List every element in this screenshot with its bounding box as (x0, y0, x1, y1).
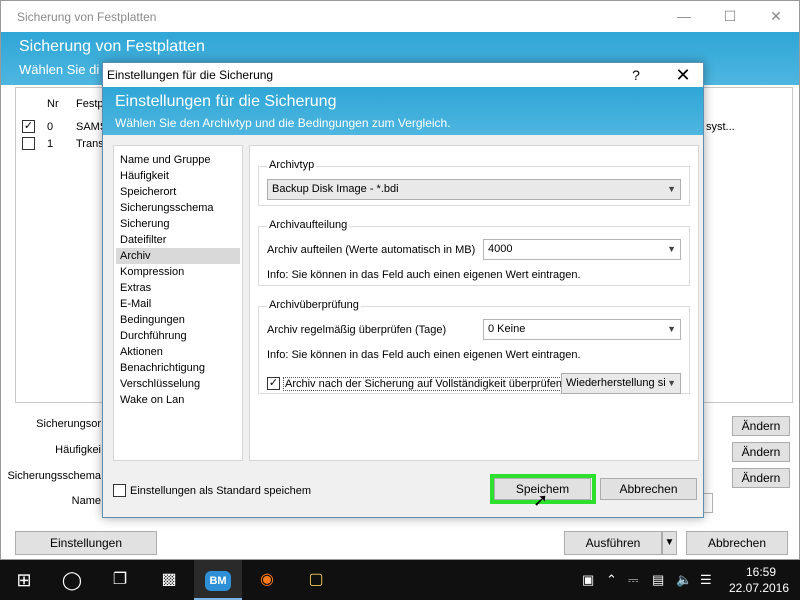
main-titlebar: Sicherung von Festplatten — ☐ ✕ (1, 1, 799, 32)
dialog-titlebar: Einstellungen für die Sicherung ? ✕ (103, 63, 703, 87)
label-haeufigkeit: Häufigkei (55, 444, 101, 456)
nav-item-extras[interactable]: Extras (116, 280, 240, 296)
nav-item-bedingungen[interactable]: Bedingungen (116, 312, 240, 328)
main-header-title: Sicherung von Festplatten (19, 38, 205, 55)
aendern-haeufigkeit-button[interactable]: Ändern (732, 442, 790, 462)
volume-icon[interactable]: 🔈 (676, 572, 692, 588)
dialog-header-title: Einstellungen für die Sicherung (115, 93, 337, 110)
archivpruefung-info: Info: Sie können in das Feld auch einen … (267, 349, 581, 361)
taskbar: ⊞ ◯ ❐ ▩ BM ◉ ▢ ▣ ⌃ ⎓ ▤ 🔈 ☰ 16:59 22.07.2… (0, 560, 800, 600)
nav-item-name-und-gruppe[interactable]: Name und Gruppe (116, 152, 240, 168)
task-view-icon[interactable]: ❐ (96, 560, 144, 600)
nav-item-archiv[interactable]: Archiv (116, 248, 240, 264)
nav-item-email[interactable]: E-Mail (116, 296, 240, 312)
minimize-icon[interactable]: — (661, 1, 707, 32)
column-header-festplatte[interactable]: Festp (76, 98, 104, 110)
nav-item-sicherung[interactable]: Sicherung (116, 216, 240, 232)
archiv-aufteilen-combo[interactable]: 4000 ▼ (483, 239, 681, 260)
standard-label: Einstellungen als Standard speichem (130, 485, 312, 497)
clock-time[interactable]: 16:59 (738, 565, 784, 579)
row-extra: syst... (706, 121, 735, 133)
archiv-aufteilen-value: 4000 (488, 243, 513, 255)
archivtyp-select[interactable]: Backup Disk Image - *.bdi ▼ (267, 179, 681, 200)
wiederherstellung-value: Wiederherstellung si (566, 377, 666, 389)
aendern-sicherungsschema-button[interactable]: Ändern (732, 468, 790, 488)
nav-item-kompression[interactable]: Kompression (116, 264, 240, 280)
archiv-aufteilen-label: Archiv aufteilen (Werte automatisch in M… (267, 244, 476, 256)
nav-item-aktionen[interactable]: Aktionen (116, 344, 240, 360)
nav-item-sicherungsschema[interactable]: Sicherungsschema (116, 200, 240, 216)
aendern-sicherungsort-button[interactable]: Ändern (732, 416, 790, 436)
chevron-down-icon: ▼ (667, 244, 676, 254)
settings-dialog: Einstellungen für die Sicherung ? ✕ Eins… (102, 62, 704, 518)
archiv-pruefen-label: Archiv regelmäßig überprüfen (Tage) (267, 324, 447, 336)
chevron-down-icon: ▼ (667, 184, 676, 194)
archiv-pruefen-value: 0 Keine (488, 323, 526, 335)
row-name: Trans (76, 138, 104, 150)
search-circle-icon[interactable]: ◯ (48, 560, 96, 600)
vollstaendigkeit-checkbox[interactable]: ✓ (267, 377, 280, 390)
nav-item-haeufigkeit[interactable]: Häufigkeit (116, 168, 240, 184)
dialog-header-subtitle: Wählen Sie den Archivtyp und die Bedingu… (115, 116, 451, 130)
settings-nav-list[interactable]: Name und Gruppe Häufigkeit Speicherort S… (113, 145, 243, 461)
label-sicherungsschema: Sicherungsschema (7, 470, 101, 482)
nav-item-durchfuehrung[interactable]: Durchführung (116, 328, 240, 344)
main-header-subtitle: Wählen Sie di (19, 62, 100, 77)
nav-item-verschluesselung[interactable]: Verschlüsselung (116, 376, 240, 392)
nav-item-dateifilter[interactable]: Dateifilter (116, 232, 240, 248)
dialog-close-icon[interactable]: ✕ (663, 63, 703, 87)
archivpruefung-group: Archivüberprüfung Archiv regelmäßig über… (258, 299, 690, 394)
notifications-icon[interactable]: ☰ (700, 572, 712, 588)
archivaufteilung-legend: Archivaufteilung (267, 219, 350, 231)
close-icon[interactable]: ✕ (753, 1, 799, 32)
archiv-pruefen-combo[interactable]: 0 Keine ▼ (483, 319, 681, 340)
firefox-icon[interactable]: ◉ (243, 560, 291, 600)
wiederherstellung-select[interactable]: Wiederherstellung si ▼ (561, 373, 681, 394)
tray-device-icon[interactable]: ⎓ (628, 572, 638, 588)
clock-date[interactable]: 22.07.2016 (728, 581, 790, 595)
maximize-icon[interactable]: ☐ (707, 1, 753, 32)
nav-item-wake-on-lan[interactable]: Wake on Lan (116, 392, 240, 408)
row-checkbox[interactable] (22, 137, 35, 150)
standard-checkbox[interactable] (113, 484, 126, 497)
main-window-title: Sicherung von Festplatten (17, 10, 157, 24)
dialog-title: Einstellungen für die Sicherung (107, 68, 274, 82)
nav-item-speicherort[interactable]: Speicherort (116, 184, 240, 200)
chevron-down-icon: ▼ (667, 324, 676, 334)
row-nr: 0 (47, 121, 54, 133)
abbrechen-dialog-button[interactable]: Abbrechen (600, 478, 697, 500)
network-icon[interactable]: ▤ (652, 572, 664, 588)
archivtyp-group: Archivtyp Backup Disk Image - *.bdi ▼ (258, 159, 690, 206)
tray-backup-icon[interactable]: ▣ (582, 572, 594, 588)
row-checkbox[interactable]: ✓ (22, 120, 35, 133)
archivpruefung-legend: Archivüberprüfung (267, 299, 361, 311)
help-icon[interactable]: ? (625, 65, 647, 85)
nav-item-benachrichtigung[interactable]: Benachrichtigung (116, 360, 240, 376)
mouse-cursor-icon: ➚ (533, 490, 549, 510)
windows-start-icon[interactable]: ⊞ (0, 560, 48, 600)
app-window-icon[interactable]: ▩ (145, 560, 193, 600)
column-header-nr[interactable]: Nr (47, 98, 59, 110)
vollstaendigkeit-label[interactable]: Archiv nach der Sicherung auf Vollständi… (283, 377, 565, 391)
einstellungen-button[interactable]: Einstellungen (15, 531, 157, 555)
backup-maker-icon[interactable]: BM (194, 560, 242, 600)
abbrechen-main-button[interactable]: Abbrechen (686, 531, 788, 555)
archivaufteilung-info: Info: Sie können in das Feld auch einen … (267, 269, 581, 281)
archivaufteilung-group: Archivaufteilung Archiv aufteilen (Werte… (258, 219, 690, 286)
archiv-settings-panel: Archivtyp Backup Disk Image - *.bdi ▼ Ar… (249, 145, 699, 461)
tray-up-arrow-icon[interactable]: ⌃ (606, 572, 617, 588)
file-explorer-icon[interactable]: ▢ (292, 560, 340, 600)
archivtyp-value: Backup Disk Image - *.bdi (272, 183, 399, 195)
archivtyp-legend: Archivtyp (267, 159, 317, 171)
ausfuehren-button[interactable]: Ausführen (564, 531, 662, 555)
dialog-header: Einstellungen für die Sicherung Wählen S… (103, 87, 703, 135)
label-sicherungsort: Sicherungsor (36, 418, 101, 430)
row-nr: 1 (47, 138, 54, 150)
chevron-down-icon: ▼ (667, 378, 676, 388)
label-name: Name (71, 495, 101, 507)
ausfuehren-dropdown-icon[interactable]: ▼ (662, 531, 677, 555)
